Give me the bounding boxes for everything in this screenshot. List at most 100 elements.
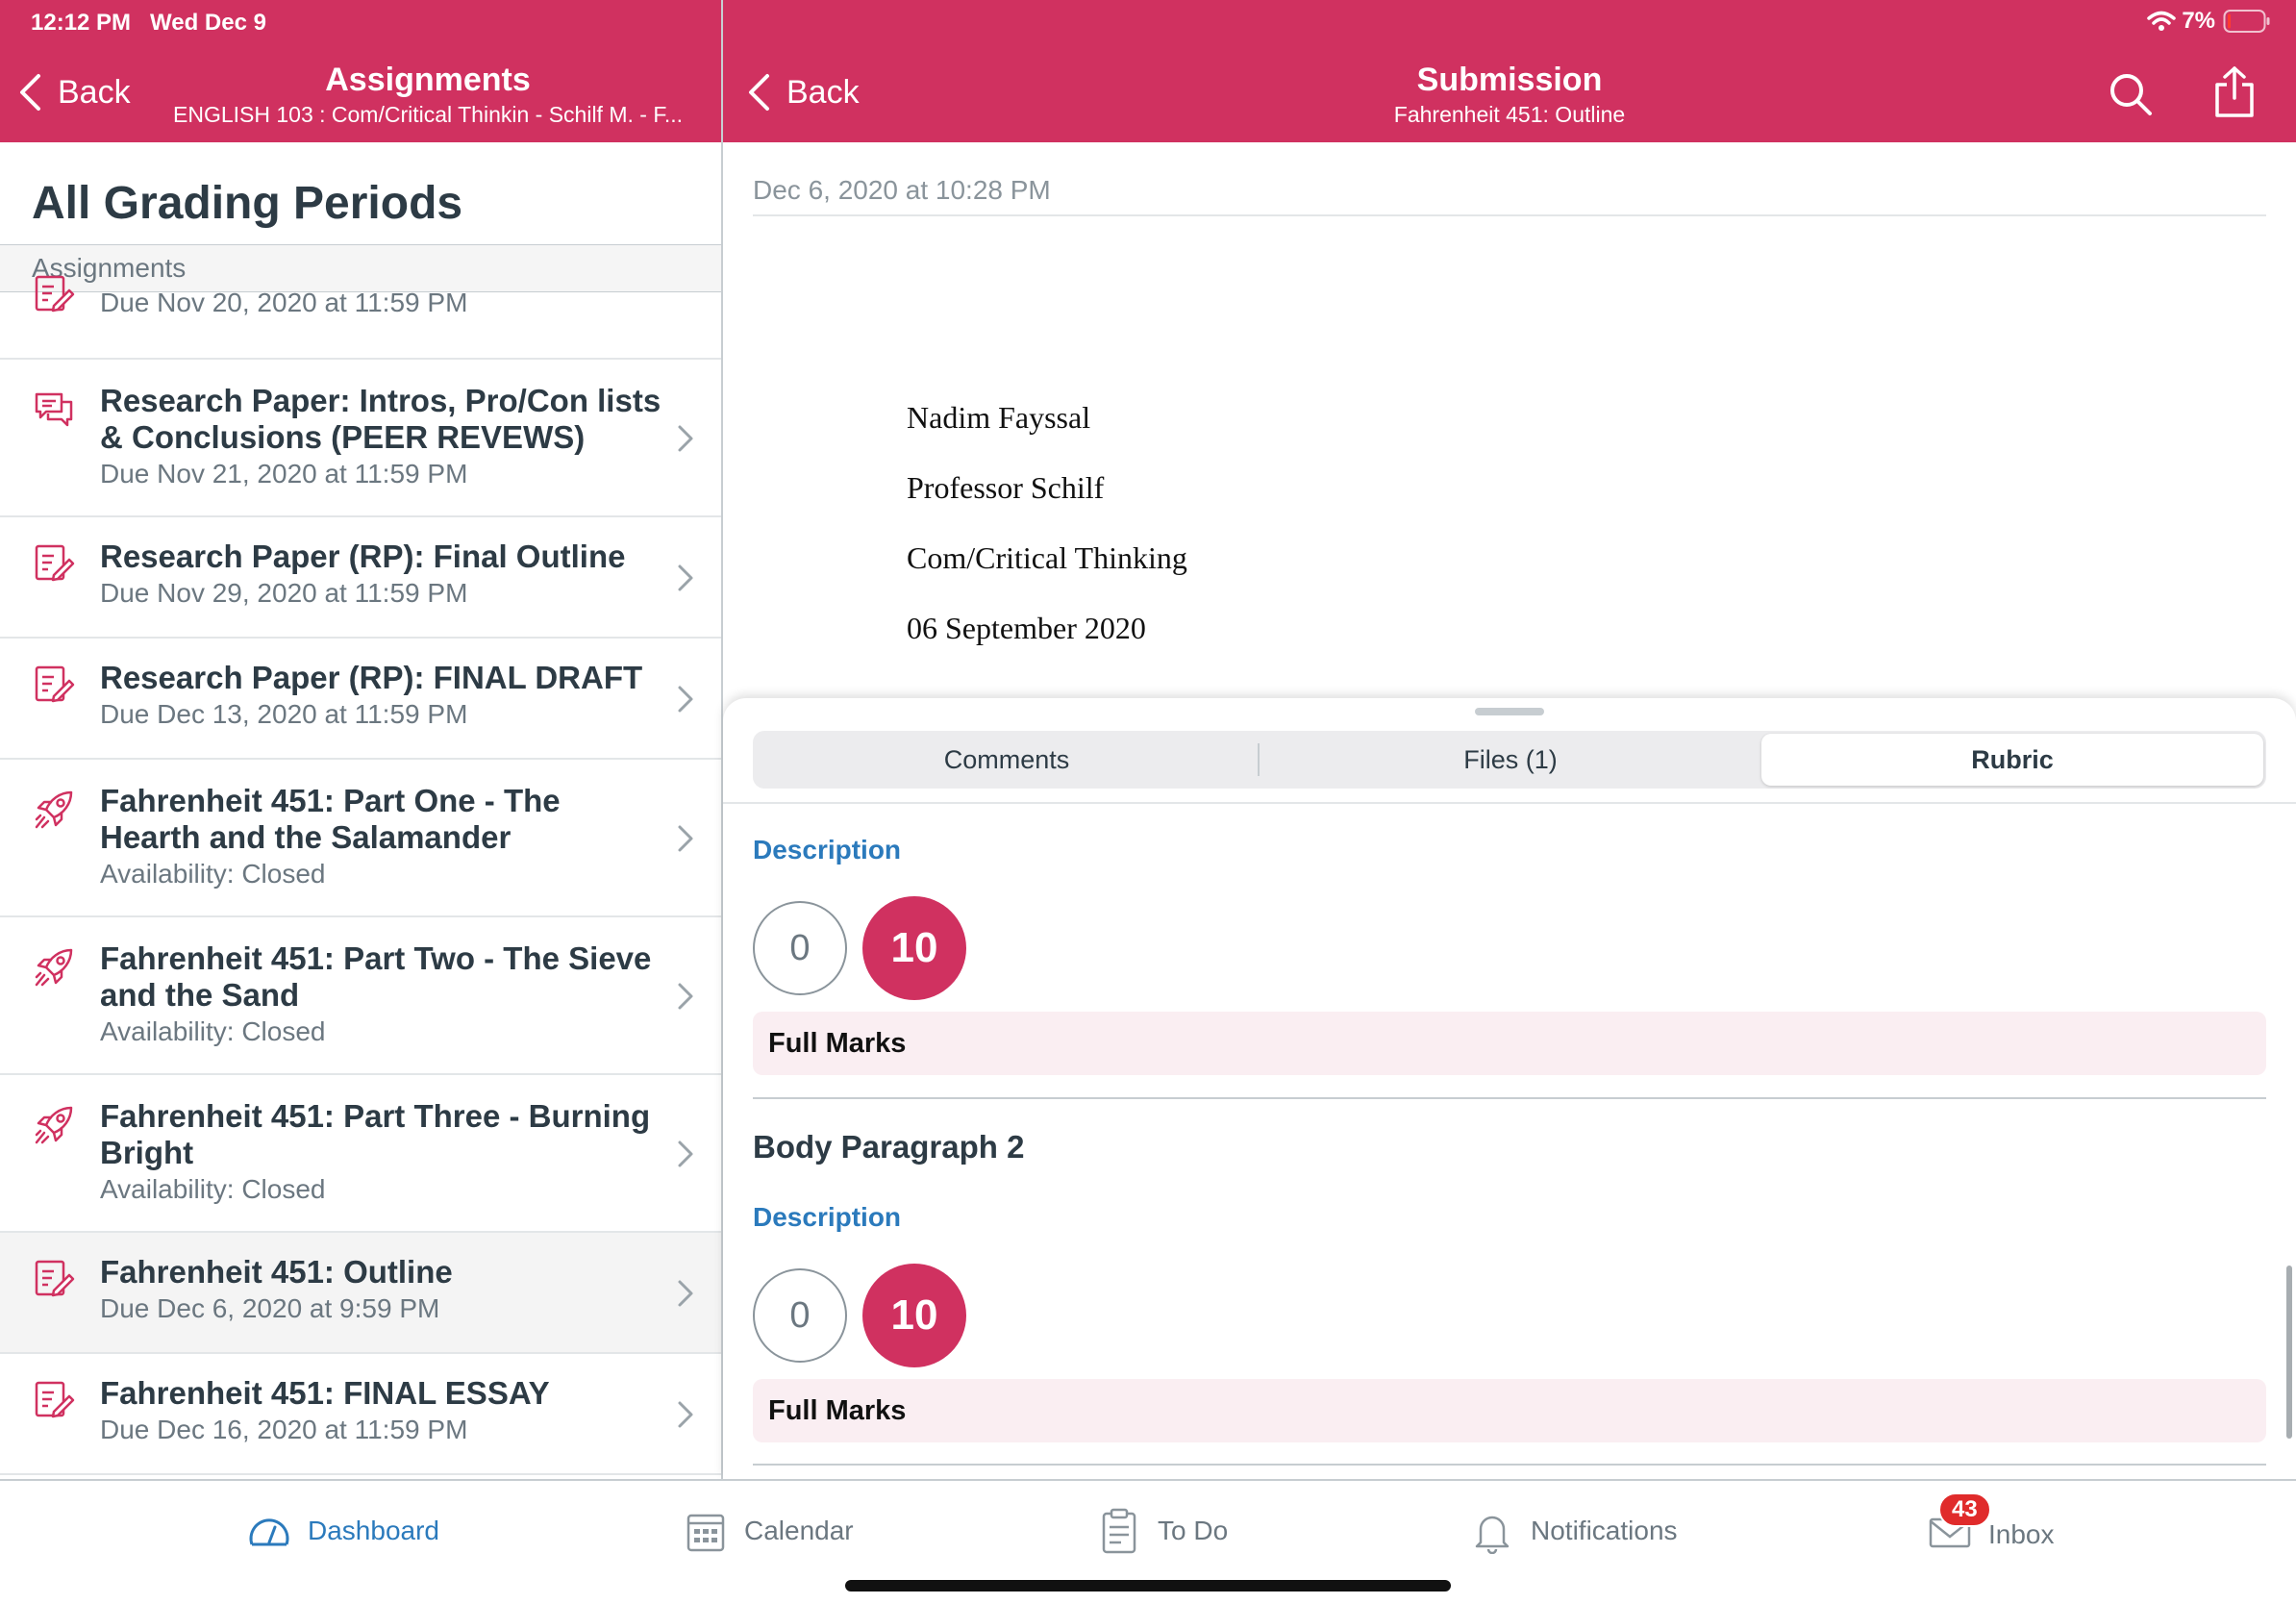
inbox-icon-wrap: 43 — [1927, 1492, 1991, 1561]
assignment-text: Fahrenheit 451: Part One - The Hearth an… — [100, 783, 663, 892]
tab-inbox[interactable]: 43 Inbox — [1927, 1492, 2055, 1561]
tab-label: Calendar — [744, 1516, 854, 1545]
rubric-score-row: 0 10 — [753, 896, 982, 1000]
search-icon — [2110, 74, 2152, 115]
assignment-text: Research Paper: Intros, Pro/Con lists & … — [100, 383, 663, 492]
assignment-name: Research Paper (RP): FINAL DRAFT — [100, 660, 643, 695]
tab-todo[interactable]: To Do — [1096, 1508, 1228, 1554]
tab-label: Dashboard — [308, 1516, 439, 1545]
assignment-text: Due Nov 20, 2020 at 11:59 PM — [100, 285, 663, 321]
quiz-rocket-icon — [33, 946, 75, 989]
share-button[interactable] — [2213, 65, 2256, 117]
assignment-text: Fahrenheit 451: FINAL ESSAY Due Dec 16, 2… — [100, 1375, 663, 1448]
assignment-row[interactable]: Fahrenheit 451: FINAL ESSAY Due Dec 16, 2… — [0, 1354, 721, 1475]
tab-label: Inbox — [1988, 1518, 2055, 1549]
assignment-icon — [33, 1258, 75, 1300]
assignment-name: Fahrenheit 451: Outline — [100, 1254, 453, 1290]
bell-icon — [1475, 1516, 1510, 1554]
tab-rubric[interactable]: Rubric — [1761, 734, 2263, 786]
assignment-icon — [33, 273, 75, 315]
submission-back-button[interactable]: Back — [746, 73, 860, 112]
assignment-due: Availability: Closed — [100, 1174, 326, 1204]
assignment-name: Research Paper: Intros, Pro/Con lists & … — [100, 383, 661, 455]
chevron-right-icon — [677, 424, 694, 453]
assignment-text: Fahrenheit 451: Outline Due Dec 6, 2020 a… — [100, 1254, 663, 1327]
assignment-row[interactable]: Fahrenheit 451: Part Two - The Sieve and… — [0, 917, 721, 1075]
rubric-rating: Full Marks — [753, 1379, 2266, 1442]
tab-label: To Do — [1158, 1516, 1229, 1545]
document-preview[interactable]: Dec 6, 2020 at 10:28 PM Nadim Fayssal Pr… — [723, 142, 2296, 700]
submission-drawer: Comments Files (1) Rubric Description 0 … — [723, 698, 2296, 1479]
assignment-row[interactable]: Research Paper: Intros, Pro/Con lists & … — [0, 360, 721, 517]
course-subtitle: ENGLISH 103 : Com/Critical Thinkin - Sch… — [173, 102, 683, 127]
back-label: Back — [58, 73, 131, 111]
assignment-due: Availability: Closed — [100, 859, 326, 889]
chevron-right-icon — [677, 982, 694, 1011]
date-divider — [753, 214, 2266, 216]
status-time: 12:12 PM — [31, 10, 132, 36]
assignment-due: Due Dec 13, 2020 at 11:59 PM — [100, 699, 468, 729]
assignments-list: Due Nov 20, 2020 at 11:59 PM Research Pap… — [0, 275, 721, 1475]
quiz-rocket-icon — [33, 789, 75, 831]
status-date: Wed Dec 9 — [150, 10, 266, 36]
assignments-list-pane: All Grading Periods Assignments Due Nov … — [0, 142, 721, 1479]
tab-files[interactable]: Files (1) — [1260, 734, 1761, 786]
assignment-due: Due Dec 16, 2020 at 11:59 PM — [100, 1415, 468, 1444]
assignment-name: Fahrenheit 451: Part One - The Hearth an… — [100, 783, 561, 855]
score-option[interactable]: 0 — [753, 1268, 847, 1363]
score-option[interactable]: 0 — [753, 901, 847, 995]
assignment-text: Research Paper (RP): FINAL DRAFT Due Dec … — [100, 660, 663, 733]
assignment-text: Fahrenheit 451: Part Two - The Sieve and… — [100, 940, 663, 1050]
rubric-description-link[interactable]: Description — [753, 1202, 2266, 1233]
status-indicators: 7% — [2147, 8, 2271, 35]
rubric-criterion-title: Body Paragraph 2 — [753, 1129, 1025, 1165]
inbox-badge: 43 — [1938, 1492, 1991, 1527]
score-option-selected[interactable]: 10 — [862, 896, 966, 1000]
doc-line: Com/Critical Thinking — [907, 540, 1187, 575]
share-icon — [2215, 66, 2254, 117]
assignment-icon — [33, 664, 75, 706]
rubric-score-row: 0 10 — [753, 1264, 982, 1367]
tab-comments[interactable]: Comments — [756, 734, 1258, 786]
rubric-divider — [753, 1464, 2266, 1466]
home-indicator[interactable] — [845, 1580, 1451, 1591]
grading-periods-title: All Grading Periods — [32, 178, 463, 229]
assignment-row[interactable]: Fahrenheit 451: Outline Due Dec 6, 2020 a… — [0, 1233, 721, 1354]
todo-clipboard-icon — [1102, 1508, 1136, 1554]
battery-percent: 7% — [2182, 8, 2215, 34]
submission-header: 7% Back Submission Fahrenheit 451: Outli… — [723, 0, 2296, 142]
doc-line: Professor Schilf — [907, 470, 1105, 505]
assignment-row[interactable]: Due Nov 20, 2020 at 11:59 PM — [0, 275, 721, 360]
chevron-right-icon — [677, 685, 694, 714]
assignment-due: Due Nov 29, 2020 at 11:59 PM — [100, 578, 468, 608]
calendar-icon — [686, 1514, 725, 1552]
assignments-header: 12:12 PM Wed Dec 9 Back Assignments ENGL… — [0, 0, 721, 142]
drawer-handle[interactable] — [1475, 708, 1544, 715]
assignment-due: Due Nov 20, 2020 at 11:59 PM — [100, 288, 468, 317]
score-option-selected[interactable]: 10 — [862, 1264, 966, 1367]
assignment-text: Research Paper (RP): Final Outline Due No… — [100, 539, 663, 612]
search-button[interactable] — [2108, 71, 2154, 117]
doc-line: 06 September 2020 — [907, 611, 1146, 645]
tab-calendar[interactable]: Calendar — [683, 1508, 854, 1554]
tab-label: Notifications — [1531, 1516, 1678, 1545]
assignment-row[interactable]: Research Paper (RP): Final Outline Due No… — [0, 517, 721, 639]
tab-notifications[interactable]: Notifications — [1469, 1508, 1678, 1554]
chevron-right-icon — [677, 1400, 694, 1429]
rubric-scrollbar[interactable] — [2286, 1266, 2292, 1439]
chevron-left-icon — [749, 74, 769, 111]
assignment-row[interactable]: Research Paper (RP): FINAL DRAFT Due Dec … — [0, 639, 721, 760]
assignments-back-button[interactable]: Back — [17, 73, 131, 112]
assignments-title: Assignments — [325, 62, 531, 98]
assignment-row[interactable]: Fahrenheit 451: Part Three - Burning Bri… — [0, 1075, 721, 1233]
rubric-list[interactable]: Description 0 10 Full Marks Body Paragra… — [723, 804, 2296, 1479]
assignment-name: Fahrenheit 451: Part Three - Burning Bri… — [100, 1098, 651, 1170]
assignment-due: Availability: Closed — [100, 1016, 326, 1046]
back-label: Back — [786, 73, 860, 111]
rubric-divider — [753, 1097, 2266, 1099]
tab-dashboard[interactable]: Dashboard — [246, 1508, 439, 1554]
wifi-icon — [2147, 11, 2177, 31]
rubric-description-link[interactable]: Description — [753, 835, 2266, 865]
quiz-rocket-icon — [33, 1104, 75, 1146]
assignment-row[interactable]: Fahrenheit 451: Part One - The Hearth an… — [0, 760, 721, 917]
